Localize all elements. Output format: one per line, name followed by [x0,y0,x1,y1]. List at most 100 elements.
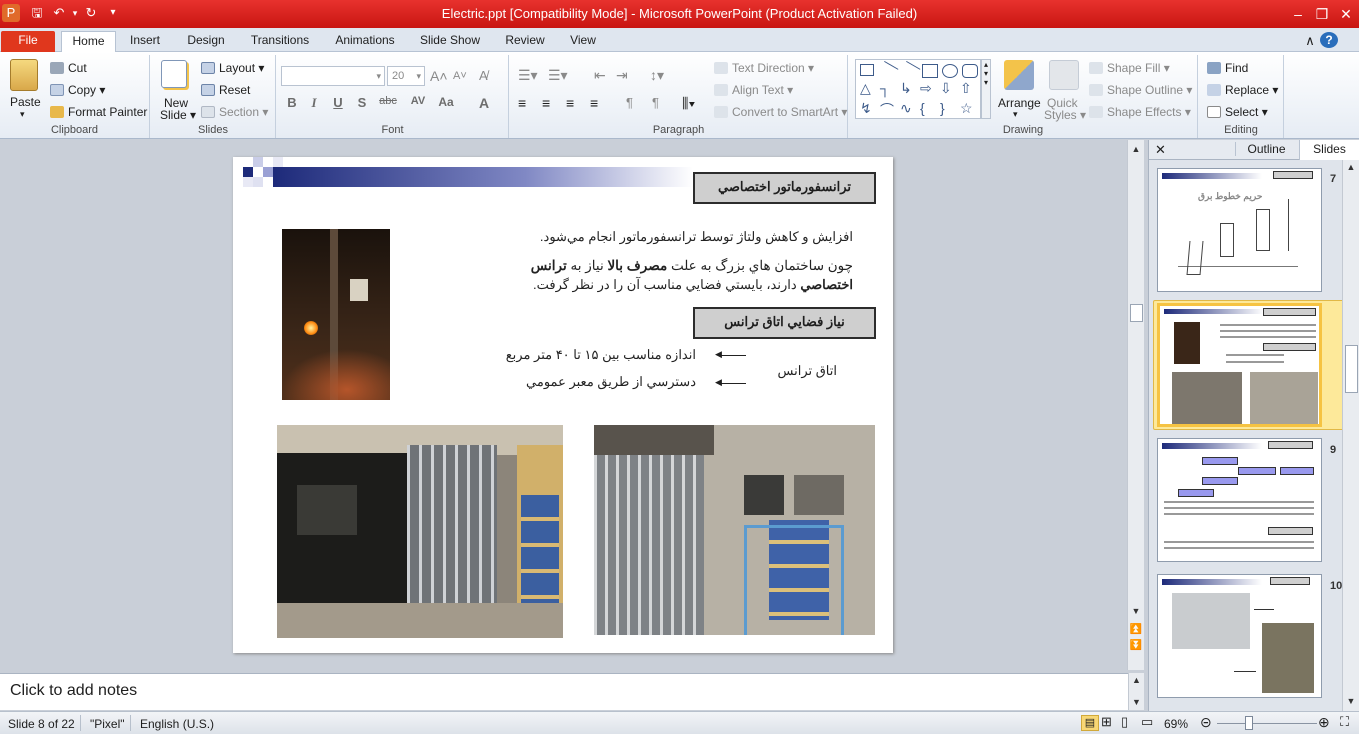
new-slide-label-2[interactable]: Slide ▾ [160,108,196,122]
tab-outline[interactable]: Outline [1235,142,1297,156]
curve-shape-icon[interactable]: ∿ [900,100,912,117]
replace-button[interactable]: Replace ▾ [1207,83,1278,97]
arrange-icon[interactable] [1004,60,1034,90]
scroll-down-icon[interactable]: ▼ [1129,697,1144,707]
paste-icon[interactable] [10,59,38,91]
font-size-combo[interactable]: 20 ▾ [387,66,425,86]
tab-slide-show[interactable]: Slide Show [412,31,488,52]
slide-thumbnail-9[interactable] [1157,438,1322,562]
strikethrough-button[interactable]: abc [375,95,401,107]
slide-show-icon[interactable]: ▭ [1141,714,1153,730]
down-arrow-shape-icon[interactable]: ⇩ [940,80,952,97]
triangle-shape-icon[interactable]: △ [860,80,871,97]
font-name-combo[interactable]: ▾ [281,66,385,86]
help-icon[interactable]: ? [1320,32,1338,48]
grow-font-icon[interactable]: A˄ [430,68,448,84]
cut-button[interactable]: Cut [50,61,87,75]
elbow-connector-icon[interactable]: ┐ [880,80,890,96]
slide-text-line3[interactable]: اختصاصي دارند، بايستي فضايي مناسب آن را … [533,277,853,293]
shrink-font-icon[interactable]: A˅ [453,70,467,82]
section-button[interactable]: Section ▾ [201,105,268,119]
tab-animations[interactable]: Animations [326,31,404,52]
tab-design[interactable]: Design [178,31,234,52]
align-center-icon[interactable]: ≡ [542,95,550,111]
reset-button[interactable]: Reset [201,83,250,97]
tab-transitions[interactable]: Transitions [242,31,318,52]
lightning-shape-icon[interactable]: ↯ [860,100,872,117]
scroll-up-icon[interactable]: ▲ [1129,675,1144,685]
slide-sorter-icon[interactable]: ⊞ [1101,714,1112,730]
slide-title-box[interactable]: ترانسفورماتور اختصاصي [693,172,876,204]
underline-button[interactable]: U [329,95,347,110]
elbow-arrow-icon[interactable]: ↳ [900,80,912,97]
italic-button[interactable]: I [305,95,323,111]
clear-formatting-icon[interactable]: A̸ [479,68,488,83]
slide-text-line1[interactable]: افزايش و كاهش ولتاژ توسط ترانسفورماتور ا… [540,229,853,245]
change-case-button[interactable]: Aa [433,95,459,109]
up-arrow-shape-icon[interactable]: ⇧ [960,80,972,97]
character-spacing-button[interactable]: AV [405,95,431,107]
arrange-dropdown-icon[interactable]: ▾ [1013,109,1018,120]
minimize-icon[interactable]: – [1286,4,1310,24]
bullets-icon[interactable]: ☰▾ [518,67,538,84]
paste-button[interactable]: Paste [10,95,41,109]
ltr-icon[interactable]: ¶ [626,95,633,110]
oval-shape-icon[interactable] [942,64,958,78]
rtl-icon[interactable]: ¶ [652,95,659,110]
scroll-thumb[interactable] [1130,304,1143,322]
slide-thumbnail-8[interactable] [1157,303,1322,427]
shape-fill-button[interactable]: Shape Fill ▾ [1089,61,1170,75]
zoom-out-icon[interactable]: ⊝ [1200,714,1212,731]
select-button[interactable]: Select ▾ [1207,105,1268,119]
shape-outline-button[interactable]: Shape Outline ▾ [1089,83,1192,97]
zoom-slider-track[interactable] [1217,723,1317,724]
space-requirement-box[interactable]: نياز فضايي اتاق ترانس [693,307,876,339]
language-indicator[interactable]: English (U.S.) [140,717,214,731]
notes-pane[interactable]: Click to add notes [0,673,1129,710]
notes-scrollbar[interactable]: ▲ ▼ [1128,673,1144,710]
align-text-button[interactable]: Align Text ▾ [714,83,793,97]
scroll-up-icon[interactable]: ▲ [1128,144,1144,154]
line-shape-icon[interactable] [877,60,899,82]
bold-button[interactable]: B [283,95,301,110]
justify-icon[interactable]: ≡ [590,95,598,111]
slide-vertical-scrollbar[interactable]: ▲ ▼ ⏫ ⏬ [1127,140,1144,670]
numbering-icon[interactable]: ☰▾ [548,67,568,84]
left-brace-shape-icon[interactable]: { [920,100,925,116]
shape-effects-button[interactable]: Shape Effects ▾ [1089,105,1191,119]
pane-scrollbar[interactable]: ▲ ▼ [1342,160,1359,711]
tab-view[interactable]: View [560,31,606,52]
shapes-gallery-scroll[interactable]: ▴ ▾ ▾ [981,59,991,119]
fit-to-window-icon[interactable]: ⛶ [1340,714,1349,730]
layout-button[interactable]: Layout ▾ [201,61,264,75]
scroll-down-icon[interactable]: ▼ [1343,696,1359,706]
rounded-rect-shape-icon[interactable] [962,64,978,78]
requirement-item-2[interactable]: دسترسي از طريق معبر عمومي [526,374,696,390]
scroll-down-icon[interactable]: ▼ [1128,606,1144,616]
room-label[interactable]: اتاق ترانس [778,363,837,379]
tab-file[interactable]: File [1,31,55,52]
tab-home[interactable]: Home [61,31,116,52]
text-shadow-button[interactable]: S [353,95,371,110]
requirement-item-1[interactable]: اندازه مناسب بين ۱۵ تا ۴۰ متر مربع [506,347,696,363]
zoom-slider-thumb[interactable] [1245,716,1253,730]
rectangle-shape-icon[interactable] [922,64,938,78]
star-shape-icon[interactable]: ☆ [960,100,973,117]
arrow-shape-icon[interactable] [899,60,921,82]
normal-view-icon[interactable]: ▤ [1081,715,1099,731]
format-painter-button[interactable]: Format Painter [50,105,147,119]
find-button[interactable]: Find [1207,61,1248,75]
minimize-ribbon-icon[interactable]: ∧ [1301,31,1319,52]
tab-slides[interactable]: Slides [1299,140,1359,160]
columns-icon[interactable]: ⫼▾ [682,95,695,112]
slide-canvas[interactable]: ترانسفورماتور اختصاصي افزايش و كاهش ولتا… [233,157,893,653]
quick-styles-label-2[interactable]: Styles ▾ [1044,108,1086,122]
scroll-up-icon[interactable]: ▲ [1343,162,1359,172]
text-direction-button[interactable]: Text Direction ▾ [714,61,814,75]
align-right-icon[interactable]: ≡ [566,95,574,111]
paste-dropdown-icon[interactable]: ▾ [20,109,25,120]
slide-thumbnail-7[interactable]: حريم خطوط برق [1157,168,1322,292]
arc-shape-icon[interactable]: ⌒ [880,100,894,120]
zoom-in-icon[interactable]: ⊕ [1318,714,1330,731]
textbox-shape-icon[interactable] [860,64,874,76]
